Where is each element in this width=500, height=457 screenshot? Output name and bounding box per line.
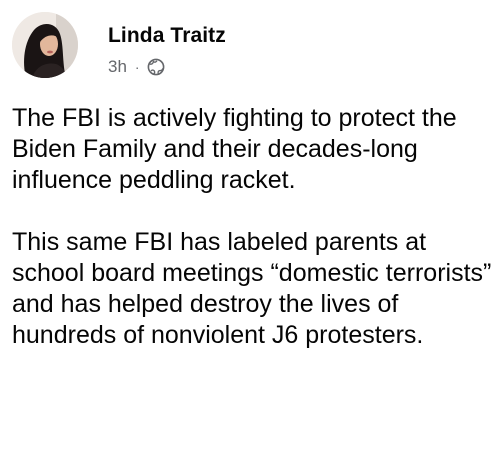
avatar-photo bbox=[12, 12, 78, 78]
post-timestamp[interactable]: 3h bbox=[108, 57, 127, 77]
author-name[interactable]: Linda Traitz bbox=[108, 24, 226, 48]
avatar[interactable] bbox=[12, 12, 78, 78]
post-header: Linda Traitz 3h · bbox=[12, 12, 482, 78]
post-paragraph: This same FBI has labeled parents at sch… bbox=[12, 228, 492, 349]
post-meta: 3h · bbox=[108, 56, 165, 78]
post-paragraph: The FBI is actively fighting to protect … bbox=[12, 104, 457, 194]
post-body: The FBI is actively fighting to protect … bbox=[12, 103, 496, 351]
meta-separator: · bbox=[134, 59, 140, 75]
globe-icon[interactable] bbox=[147, 58, 165, 76]
social-post: Linda Traitz 3h · The FBI is actively fi… bbox=[0, 0, 500, 457]
